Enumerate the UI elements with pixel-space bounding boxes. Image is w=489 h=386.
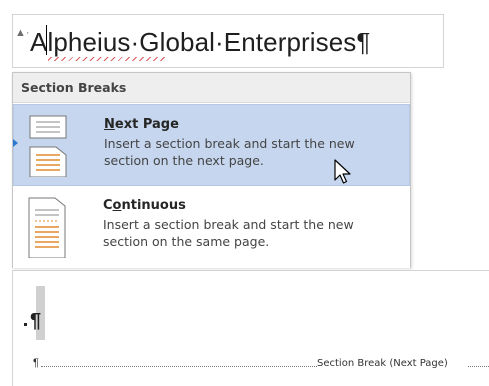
menu-header: Section Breaks [13,73,410,103]
section-break-line-end [468,366,489,367]
break-paragraph-mark: ¶ [33,357,39,369]
continuous-title: Continuous [103,198,186,213]
menu-item-continuous[interactable]: Continuous Insert a section break and st… [13,186,410,268]
mouse-pointer-icon [334,159,351,184]
spelling-error-underline [48,57,166,61]
next-page-title: Next Page [104,117,179,132]
section-break-label: Section Break (Next Page) [317,358,448,369]
empty-paragraph-mark: ¶ [30,310,42,332]
text-caret [46,25,47,55]
selection-indicator [13,139,18,147]
continuous-icon [28,197,66,258]
section-break-line [41,366,317,367]
document-heading[interactable]: Alpheius·Global·Enterprises¶ [30,27,370,58]
bullet-dot [24,323,27,326]
next-page-icon [29,115,67,177]
continuous-description: Insert a section break and start the new… [103,217,354,249]
heading-style-mark: ▲· [15,27,30,39]
